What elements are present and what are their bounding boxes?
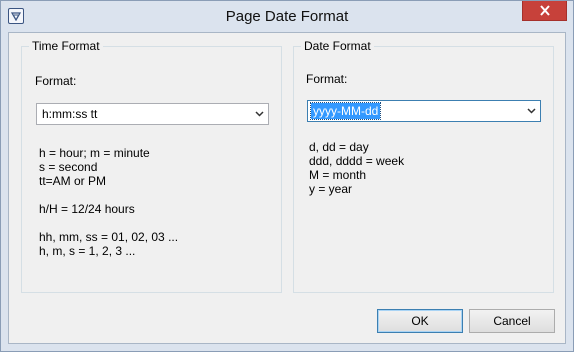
time-help-unpadded: h, m, s = 1, 2, 3 ... xyxy=(39,244,136,258)
date-help-month: M = month xyxy=(309,168,367,182)
chevron-down-icon[interactable] xyxy=(255,111,264,117)
close-button[interactable] xyxy=(522,1,567,21)
date-help-week: ddd, dddd = week xyxy=(309,154,405,168)
time-format-combobox[interactable]: h:mm:ss tt xyxy=(36,103,269,125)
time-help-hour-minute: h = hour; m = minute xyxy=(39,146,150,160)
time-format-value: h:mm:ss tt xyxy=(42,107,98,121)
dialog-client-area: Time Format Format: h:mm:ss tt h = hour;… xyxy=(8,32,566,344)
time-format-group: Time Format Format: h:mm:ss tt h = hour;… xyxy=(21,39,282,293)
date-format-value: yyyy-MM-dd xyxy=(309,102,382,120)
time-format-label: Format: xyxy=(35,74,77,88)
chevron-down-icon[interactable] xyxy=(527,108,536,114)
ok-button[interactable]: OK xyxy=(377,309,463,333)
time-help-padded: hh, mm, ss = 01, 02, 03 ... xyxy=(39,230,179,244)
date-help-day: d, dd = day xyxy=(309,140,369,154)
date-format-group: Date Format Format: yyyy-MM-dd d, dd = d… xyxy=(293,39,554,293)
time-help-second: s = second xyxy=(39,160,98,174)
date-format-combobox[interactable]: yyyy-MM-dd xyxy=(307,100,541,122)
time-help-ampm: tt=AM or PM xyxy=(39,174,107,188)
date-format-label: Format: xyxy=(306,72,348,86)
time-help-12-24: h/H = 12/24 hours xyxy=(39,202,135,216)
close-icon xyxy=(540,5,550,16)
cancel-button[interactable]: Cancel xyxy=(469,309,555,333)
title-bar[interactable]: Page Date Format xyxy=(1,1,573,32)
date-help-year: y = year xyxy=(309,182,353,196)
time-format-legend: Time Format xyxy=(29,39,103,53)
date-format-legend: Date Format xyxy=(301,39,374,53)
window-title: Page Date Format xyxy=(225,8,349,25)
page-date-format-dialog: Page Date Format Time Format Format: h:m… xyxy=(0,0,574,352)
